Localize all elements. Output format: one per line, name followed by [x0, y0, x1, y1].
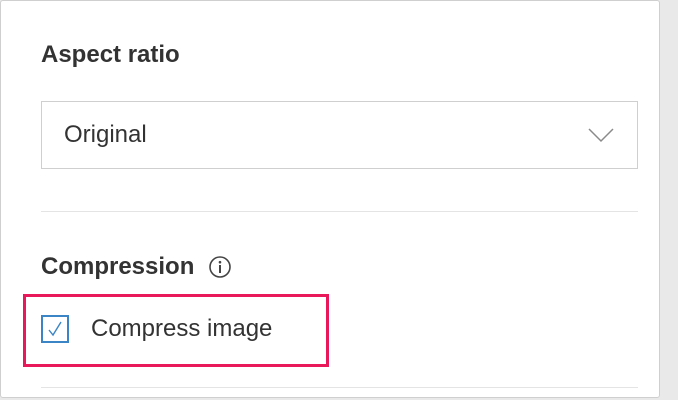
- section-divider: [41, 211, 638, 212]
- compression-heading: Compression: [41, 253, 232, 281]
- chevron-down-icon: [587, 126, 615, 144]
- aspect-ratio-select[interactable]: Original: [41, 101, 638, 169]
- highlight-box: [23, 294, 329, 367]
- info-icon[interactable]: [208, 255, 232, 279]
- aspect-ratio-selected-value: Original: [64, 121, 147, 148]
- window-edge: [660, 0, 678, 400]
- section-divider: [41, 387, 638, 388]
- aspect-ratio-heading: Aspect ratio: [41, 41, 180, 68]
- compression-heading-label: Compression: [41, 253, 195, 280]
